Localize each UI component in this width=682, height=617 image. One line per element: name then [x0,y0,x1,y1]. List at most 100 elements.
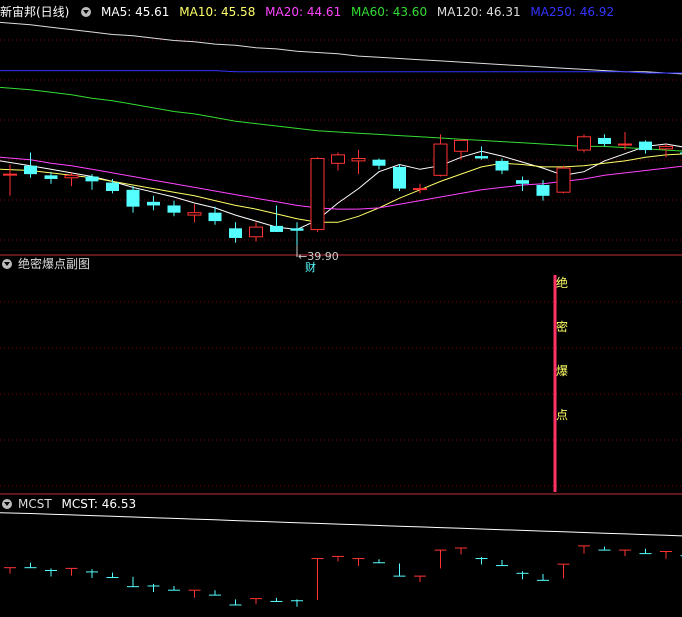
candle-body [556,167,571,193]
mcst-tick [578,545,590,554]
candle-body [85,176,99,182]
mcst-tick [660,551,672,559]
candle-body [3,173,17,176]
mcst-tick [4,567,16,574]
mcst-tick [311,558,324,601]
candle-body [413,188,427,191]
candle [433,134,448,177]
ma60-label: MA60: 43.60 [351,5,428,19]
sub-panel-title[interactable]: 绝密爆点副图 [18,257,90,271]
mcst-tick [65,567,78,576]
mcst-tick [250,598,262,605]
candle-body [475,156,488,159]
mcst-value-label: MCST: 46.53 [61,497,137,511]
mcst-tick [639,548,652,555]
candle [516,176,529,191]
candle [64,172,79,187]
candle-body [64,174,79,179]
mcst-panel-plot [0,512,682,607]
candle [126,186,140,213]
stock-chart-window: ←39.90 财 绝密爆点 新宙邦(日线) MA5: 45.61 MA10: 45… [0,0,682,617]
candle-body [24,165,37,175]
candle-body [44,175,58,179]
main-panel-header: 新宙邦(日线) MA5: 45.61 MA10: 45.58 MA20: 44.… [0,3,620,21]
candle-body [639,141,652,151]
candle-body [618,143,632,146]
candle-body [454,139,468,152]
event-badge: 财 [305,260,316,274]
settings-toggle-icon[interactable] [81,7,92,17]
mcst-tick [332,555,344,562]
candle-body [598,138,611,145]
annotations: ←39.90财 [296,245,339,274]
collapse-icon[interactable] [2,499,12,509]
candle-body [659,145,673,150]
ma20-label: MA20: 44.61 [265,5,342,19]
mcst-tick [229,599,242,606]
candle-body [433,143,448,176]
mcst-tick [455,547,467,555]
candle-body [208,212,222,222]
mcst-tick [270,597,283,602]
ma120-line [0,21,682,76]
candle [454,139,468,160]
mcst-tick [147,583,160,592]
mcst-tick [475,557,488,565]
candle-body [290,228,304,231]
stock-title[interactable]: 新宙邦(日线) [0,5,69,19]
signal-bar: 绝密爆点 [553,275,568,492]
candle [290,222,304,246]
mcst-tick [619,549,631,557]
ma5-label: MA5: 45.61 [101,5,170,19]
candle-body [187,212,202,216]
candle [167,200,181,217]
candle-body [126,189,140,207]
candle-body [372,159,386,166]
moving-average-lines [0,21,682,231]
candle [249,222,263,242]
ma250-line [0,70,682,74]
candle [495,158,509,175]
mcst-tick [373,559,385,564]
mcst-tick [516,571,529,580]
candle [187,204,202,223]
candle [556,165,571,194]
candle-body [147,201,160,206]
candle-body [393,166,406,189]
signal-char: 绝 [556,275,568,290]
mcst-panel-header: MCST MCST: 46.53 [0,495,142,513]
mcst-tick [168,585,180,591]
candle-body [577,136,591,151]
mcst-tick [434,549,447,569]
mcst-tick [496,559,508,567]
candle-body [229,228,242,238]
candle [351,150,366,175]
candle-body [167,205,181,213]
ma250-label: MA250: 46.92 [530,5,615,19]
candle [106,178,119,194]
candle [310,157,325,232]
candle-body [270,225,283,232]
candle-body [351,157,366,162]
ma10-label: MA10: 45.58 [179,5,256,19]
mcst-tick [557,563,570,579]
grid-lines [0,39,682,495]
mcst-tick [45,568,57,577]
mcst-tick [188,589,201,598]
candle [598,134,611,147]
mcst-title[interactable]: MCST [18,497,52,511]
mcst-tick [537,574,549,581]
candle-body [106,182,119,191]
mcst-tick [127,576,139,588]
mcst-tick [291,599,303,607]
candlestick-series [3,131,682,246]
mcst-tick [393,563,406,577]
candle-body [331,154,345,164]
candle-body [495,160,509,171]
candle [393,164,406,191]
mcst-tick [24,562,37,569]
mcst-tick [598,546,611,551]
mcst-tick [209,590,221,596]
collapse-icon[interactable] [2,259,12,269]
candle [147,195,160,211]
